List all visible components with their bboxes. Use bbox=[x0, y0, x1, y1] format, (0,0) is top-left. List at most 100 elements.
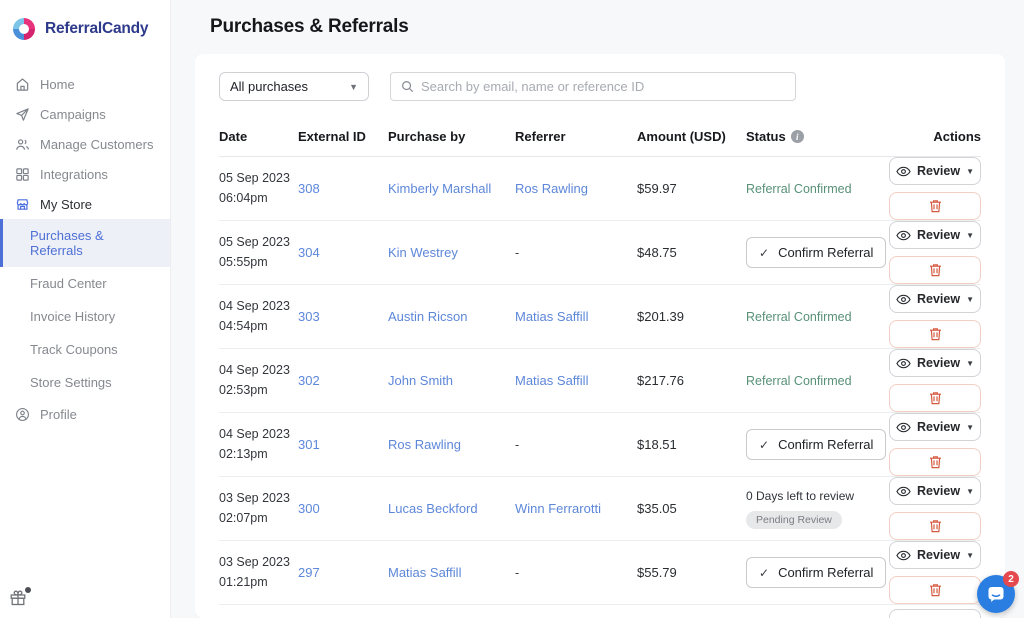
paper-plane-icon bbox=[14, 106, 30, 122]
time-value: 06:04pm bbox=[219, 189, 298, 208]
purchase-by-link[interactable]: Matias Saffill bbox=[388, 565, 461, 580]
purchase-by-link[interactable]: Kimberly Marshall bbox=[388, 181, 491, 196]
chat-icon bbox=[987, 586, 1005, 603]
sidebar-item-fraud-center[interactable]: Fraud Center bbox=[0, 267, 170, 300]
delete-button[interactable] bbox=[889, 256, 981, 284]
delete-button[interactable] bbox=[889, 512, 981, 540]
purchase-by-link[interactable]: John Smith bbox=[388, 373, 453, 388]
purchase-by-link[interactable]: Austin Ricson bbox=[388, 309, 467, 324]
profile-icon bbox=[14, 406, 30, 422]
table-row: 03 Sep 2023 01:21pm 297 Matias Saffill -… bbox=[219, 541, 981, 605]
main-content: Purchases & Referrals All purchases ▼ Da… bbox=[171, 0, 1024, 618]
row-actions: Review ▼ bbox=[889, 349, 981, 412]
col-external-id: External ID bbox=[298, 129, 388, 144]
table-row: 05 Sep 2023 05:55pm 304 Kin Westrey - $4… bbox=[219, 221, 981, 285]
time-value: 05:55pm bbox=[219, 253, 298, 272]
trash-icon bbox=[929, 199, 942, 213]
confirm-referral-label: Confirm Referral bbox=[778, 565, 873, 580]
review-label: Review bbox=[917, 548, 960, 562]
purchase-by-link[interactable]: Lucas Beckford bbox=[388, 501, 478, 516]
external-id-link[interactable]: 300 bbox=[298, 501, 320, 516]
sidebar-item-label: My Store bbox=[40, 197, 92, 212]
sidebar-nav: Home Campaigns Manage Customers Integrat… bbox=[0, 69, 170, 429]
row-actions: Review ▼ bbox=[889, 221, 981, 284]
delete-button[interactable] bbox=[889, 384, 981, 412]
search-box[interactable] bbox=[390, 72, 796, 101]
app-window: ReferralCandy Home Campaigns Manage Cust… bbox=[0, 0, 1024, 618]
review-label: Review bbox=[917, 356, 960, 370]
delete-button[interactable] bbox=[889, 448, 981, 476]
review-button[interactable]: Review ▼ bbox=[889, 541, 981, 569]
review-button[interactable] bbox=[889, 609, 981, 618]
review-label: Review bbox=[917, 484, 960, 498]
sidebar-item-integrations[interactable]: Integrations bbox=[0, 159, 170, 189]
pending-review-badge: Pending Review bbox=[746, 511, 842, 529]
purchase-by-link[interactable]: Kin Westrey bbox=[388, 245, 458, 260]
sidebar-item-track-coupons[interactable]: Track Coupons bbox=[0, 333, 170, 366]
referrer-link[interactable]: Winn Ferrarotti bbox=[515, 501, 601, 516]
external-id-link[interactable]: 303 bbox=[298, 309, 320, 324]
col-actions: Actions bbox=[889, 129, 981, 144]
purchase-by-link[interactable]: Ros Rawling bbox=[388, 437, 461, 452]
confirm-referral-button[interactable]: ✓Confirm Referral bbox=[746, 429, 886, 460]
amount-value: $55.79 bbox=[637, 565, 746, 580]
gift-notifications-button[interactable] bbox=[9, 589, 31, 611]
filters-bar: All purchases ▼ bbox=[219, 72, 981, 101]
sidebar-item-profile[interactable]: Profile bbox=[0, 399, 170, 429]
review-button[interactable]: Review ▼ bbox=[889, 477, 981, 505]
external-id-link[interactable]: 301 bbox=[298, 437, 320, 452]
store-icon bbox=[14, 196, 30, 212]
purchase-date: 04 Sep 2023 02:13pm bbox=[219, 425, 298, 464]
amount-value: $35.05 bbox=[637, 501, 746, 516]
chevron-down-icon: ▼ bbox=[966, 551, 974, 560]
date-value: 04 Sep 2023 bbox=[219, 297, 298, 316]
grid-icon bbox=[14, 166, 30, 182]
sidebar-item-store-settings[interactable]: Store Settings bbox=[0, 366, 170, 399]
eye-icon bbox=[896, 230, 911, 241]
referrer-link[interactable]: Ros Rawling bbox=[515, 181, 588, 196]
referrer-link[interactable]: Matias Saffill bbox=[515, 309, 588, 324]
sidebar-item-invoice-history[interactable]: Invoice History bbox=[0, 300, 170, 333]
review-button[interactable]: Review ▼ bbox=[889, 413, 981, 441]
sidebar-item-manage-customers[interactable]: Manage Customers bbox=[0, 129, 170, 159]
purchase-date: 03 Sep 2023 02:07pm bbox=[219, 489, 298, 528]
external-id-link[interactable]: 304 bbox=[298, 245, 320, 260]
chevron-down-icon: ▼ bbox=[966, 423, 974, 432]
purchase-filter-dropdown[interactable]: All purchases ▼ bbox=[219, 72, 369, 101]
table-row: 04 Sep 2023 04:54pm 303 Austin Ricson Ma… bbox=[219, 285, 981, 349]
sidebar-item-purchases-referrals[interactable]: Purchases & Referrals bbox=[0, 219, 170, 267]
review-button[interactable]: Review ▼ bbox=[889, 285, 981, 313]
chevron-down-icon: ▼ bbox=[349, 82, 358, 92]
review-button[interactable]: Review ▼ bbox=[889, 349, 981, 377]
col-referrer: Referrer bbox=[515, 129, 637, 144]
table-header: Date External ID Purchase by Referrer Am… bbox=[219, 117, 981, 157]
eye-icon bbox=[896, 422, 911, 433]
search-input[interactable] bbox=[421, 79, 785, 94]
col-date: Date bbox=[219, 129, 298, 144]
sidebar-item-campaigns[interactable]: Campaigns bbox=[0, 99, 170, 129]
chat-launcher-button[interactable]: 2 bbox=[977, 575, 1015, 613]
review-button[interactable]: Review ▼ bbox=[889, 221, 981, 249]
sidebar-item-label: Integrations bbox=[40, 167, 108, 182]
referrer-link[interactable]: Matias Saffill bbox=[515, 373, 588, 388]
time-value: 04:54pm bbox=[219, 317, 298, 336]
table-row: 03 Sep 2023 02:07pm 300 Lucas Beckford W… bbox=[219, 477, 981, 541]
brand-name: ReferralCandy bbox=[45, 20, 148, 38]
external-id-link[interactable]: 302 bbox=[298, 373, 320, 388]
delete-button[interactable] bbox=[889, 576, 981, 604]
review-button[interactable]: Review ▼ bbox=[889, 157, 981, 185]
sidebar-item-my-store[interactable]: My Store bbox=[0, 189, 170, 219]
brand-logo[interactable]: ReferralCandy bbox=[0, 0, 170, 57]
trash-icon bbox=[929, 327, 942, 341]
status-info-icon[interactable]: i bbox=[791, 130, 804, 143]
delete-button[interactable] bbox=[889, 320, 981, 348]
confirm-referral-button[interactable]: ✓Confirm Referral bbox=[746, 237, 886, 268]
eye-icon bbox=[896, 166, 911, 177]
confirm-referral-button[interactable]: ✓Confirm Referral bbox=[746, 557, 886, 588]
external-id-link[interactable]: 297 bbox=[298, 565, 320, 580]
delete-button[interactable] bbox=[889, 192, 981, 220]
sidebar-item-label: Campaigns bbox=[40, 107, 106, 122]
purchase-date: 04 Sep 2023 02:53pm bbox=[219, 361, 298, 400]
sidebar-item-home[interactable]: Home bbox=[0, 69, 170, 99]
external-id-link[interactable]: 308 bbox=[298, 181, 320, 196]
